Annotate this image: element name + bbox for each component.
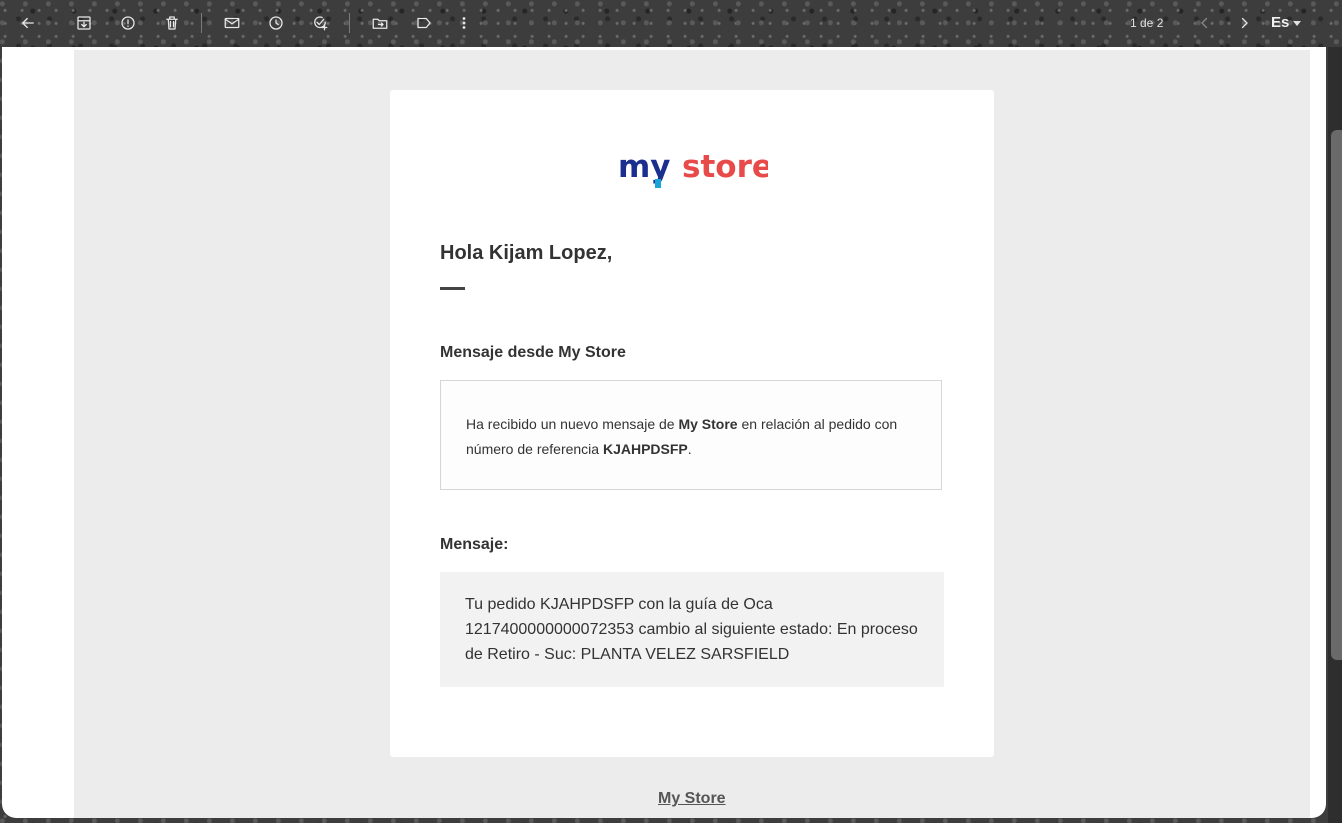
more-options-button[interactable]: [452, 11, 476, 35]
older-button[interactable]: [1232, 11, 1256, 35]
move-to-button[interactable]: [368, 11, 392, 35]
logo-text-store: store: [682, 149, 768, 185]
toolbar-divider: [201, 13, 202, 33]
language-label: Es: [1271, 14, 1290, 31]
greeting: Hola Kijam Lopez,: [440, 242, 613, 264]
archive-button[interactable]: [72, 11, 96, 35]
section-title-message: Mensaje:: [440, 536, 509, 553]
info-box: Ha recibido un nuevo mensaje de My Store…: [440, 380, 942, 490]
divider: [440, 287, 465, 290]
report-spam-button[interactable]: [116, 11, 140, 35]
chevron-left-icon: [1201, 17, 1208, 29]
toolbar-divider: [349, 13, 350, 33]
dropdown-caret-icon: [1293, 21, 1302, 26]
archive-icon: [77, 16, 91, 30]
info-text-3: .: [687, 441, 692, 457]
delete-icon: [166, 16, 178, 30]
mark-unread-icon: [224, 17, 240, 29]
pager-count: 1 de 2: [1130, 16, 1164, 30]
more-vert-icon: [462, 17, 466, 29]
add-task-button[interactable]: [308, 11, 332, 35]
add-task-icon: [314, 16, 328, 31]
scrollbar-thumb[interactable]: [1331, 130, 1342, 660]
language-selector[interactable]: Es: [1271, 14, 1302, 31]
message-text: Tu pedido KJAHPDSFP con la guía de Oca 1…: [465, 596, 918, 663]
my-store-logo: my store: [618, 149, 768, 188]
message-box: Tu pedido KJAHPDSFP con la guía de Oca 1…: [440, 572, 944, 687]
logo-text-my: my: [618, 149, 671, 185]
back-button[interactable]: [16, 11, 40, 35]
chevron-right-icon: [1241, 17, 1248, 29]
info-text-1: Ha recibido un nuevo mensaje de: [466, 416, 679, 432]
snooze-button[interactable]: [264, 11, 288, 35]
delete-button[interactable]: [160, 11, 184, 35]
back-arrow-icon: [22, 17, 34, 29]
email-viewer: my store Hola Kijam Lopez, Mensaje desde…: [2, 47, 1326, 818]
label-button[interactable]: [412, 11, 436, 35]
info-reference: KJAHPDSFP: [602, 441, 688, 457]
label-icon: [417, 17, 431, 29]
newer-button[interactable]: [1193, 11, 1217, 35]
mark-unread-button[interactable]: [220, 11, 244, 35]
info-store-name: My Store: [678, 416, 738, 432]
move-to-icon: [372, 18, 388, 29]
report-spam-icon: [121, 16, 135, 30]
footer-store-link[interactable]: My Store: [658, 790, 726, 808]
email-toolbar: 1 de 2 Es: [0, 0, 1342, 47]
email-canvas: my store Hola Kijam Lopez, Mensaje desde…: [74, 50, 1310, 818]
email-card: my store Hola Kijam Lopez, Mensaje desde…: [390, 90, 994, 757]
section-title-message-from: Mensaje desde My Store: [440, 344, 626, 361]
snooze-icon: [269, 16, 283, 30]
